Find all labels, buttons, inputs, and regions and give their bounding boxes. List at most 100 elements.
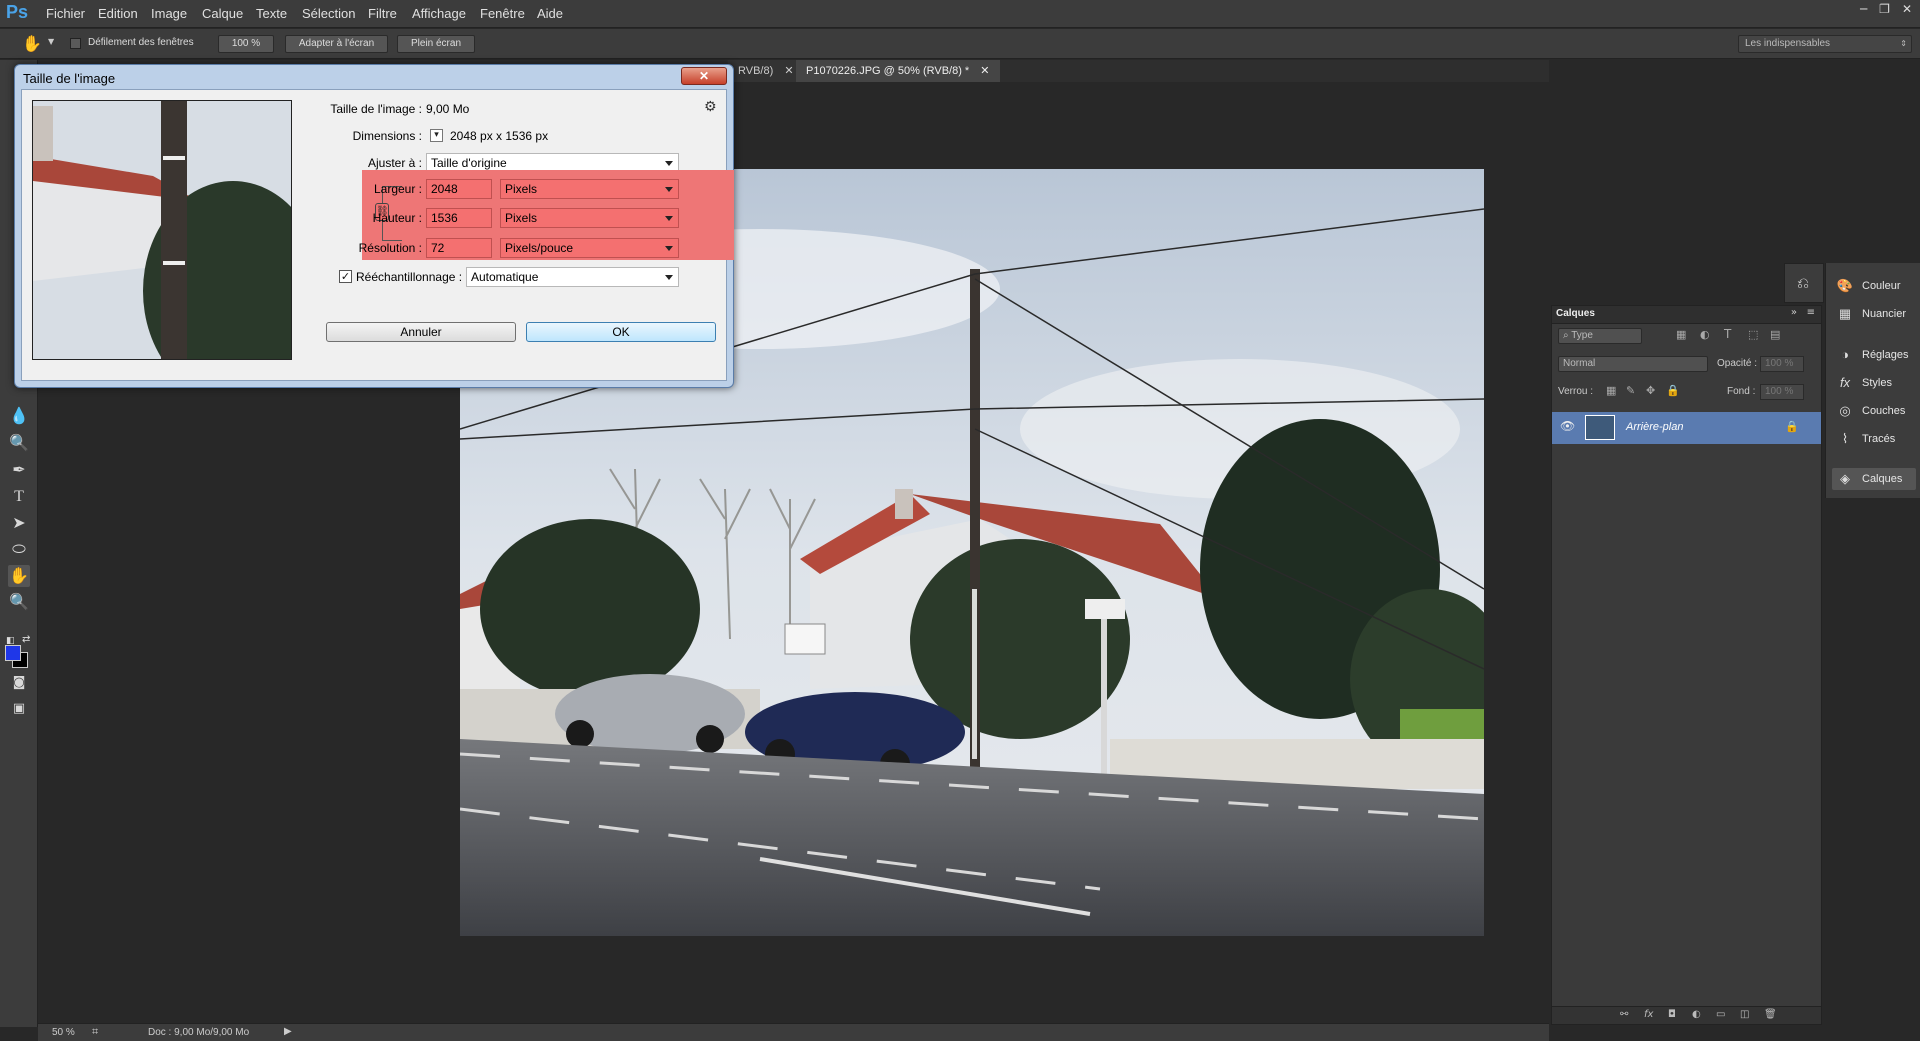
- ok-button[interactable]: OK: [526, 322, 716, 342]
- fit-screen-button[interactable]: Adapter à l'écran: [285, 35, 388, 53]
- blend-mode-select[interactable]: Normal: [1558, 356, 1708, 372]
- pen-tool-icon[interactable]: ✒: [8, 459, 30, 481]
- layer-visibility-eye-icon[interactable]: 👁: [1560, 419, 1575, 433]
- window-controls: ─ ❐ ✕: [1860, 2, 1912, 16]
- lock-transparency-icon[interactable]: ▦: [1606, 384, 1616, 397]
- new-layer-icon[interactable]: ◫: [1740, 1009, 1749, 1020]
- dropdown-arrow-icon: [665, 246, 673, 251]
- zoom-100-button[interactable]: 100 %: [218, 35, 274, 53]
- menu-bar: Ps Fichier Edition Image Calque Texte Sé…: [0, 0, 1920, 28]
- status-menu-arrow-icon[interactable]: ▶: [284, 1026, 292, 1037]
- settings-gear-icon[interactable]: ⚙: [704, 99, 717, 115]
- filter-pixel-icon[interactable]: ▦: [1676, 328, 1686, 341]
- layer-name[interactable]: Arrière-plan: [1626, 421, 1683, 433]
- workspace-select[interactable]: Les indispensables ⇕: [1738, 35, 1912, 53]
- tab-close-icon[interactable]: ✕: [784, 65, 793, 77]
- full-screen-button[interactable]: Plein écran: [397, 35, 475, 53]
- width-input[interactable]: 2048: [426, 179, 492, 199]
- menu-affichage[interactable]: Affichage: [412, 6, 466, 21]
- image-preview[interactable]: [32, 100, 292, 360]
- dodge-tool-icon[interactable]: 🔍: [8, 432, 30, 454]
- resolution-label: Résolution :: [358, 241, 422, 255]
- panel-menu-icon[interactable]: ≡: [1807, 307, 1815, 318]
- zoom-level[interactable]: 50 %: [52, 1027, 75, 1038]
- filter-type-select[interactable]: ⌕ Type: [1558, 328, 1642, 344]
- scroll-all-windows-checkbox[interactable]: [70, 38, 81, 49]
- quick-mask-icon[interactable]: ◙: [8, 672, 30, 694]
- menu-image[interactable]: Image: [151, 6, 187, 21]
- menu-filtre[interactable]: Filtre: [368, 6, 397, 21]
- dimensions-value: 2048 px x 1536 px: [450, 129, 549, 143]
- new-group-icon[interactable]: ▭: [1716, 1009, 1725, 1020]
- hand-tool-icon[interactable]: ✋: [22, 34, 42, 53]
- tab-other-document[interactable]: RVB/8) ✕: [728, 60, 804, 82]
- swap-colors-icon[interactable]: ⇄: [22, 634, 30, 645]
- filter-smart-object-icon[interactable]: ▤: [1770, 328, 1780, 341]
- resample-checkbox[interactable]: ✓: [339, 270, 352, 283]
- delete-layer-icon[interactable]: 🗑: [1764, 1009, 1777, 1020]
- status-icon[interactable]: ⌗: [92, 1026, 98, 1039]
- photoshop-logo: Ps: [6, 2, 29, 22]
- width-unit-value: Pixels: [505, 182, 538, 196]
- width-unit-select[interactable]: Pixels: [500, 179, 679, 199]
- lock-position-icon[interactable]: ✥: [1646, 384, 1655, 397]
- filter-type-icon[interactable]: T: [1724, 327, 1731, 341]
- minimize-button[interactable]: ─: [1860, 2, 1867, 16]
- color-icon: 🎨: [1836, 278, 1854, 293]
- tab-close-icon[interactable]: ✕: [980, 65, 989, 77]
- close-window-button[interactable]: ✕: [1902, 2, 1912, 16]
- height-unit-select[interactable]: Pixels: [500, 208, 679, 228]
- resolution-input[interactable]: 72: [426, 238, 492, 258]
- dock-item-traces[interactable]: ⌇ Tracés: [1832, 428, 1916, 450]
- opacity-input[interactable]: 100 %: [1760, 356, 1804, 372]
- dock-item-calques[interactable]: ◈ Calques: [1832, 468, 1916, 490]
- type-tool-icon[interactable]: T: [8, 486, 30, 508]
- foreground-color-swatch[interactable]: [5, 645, 21, 661]
- collapse-icon[interactable]: »: [1791, 307, 1797, 318]
- dock-item-couches[interactable]: ◎ Couches: [1832, 400, 1916, 422]
- dock-item-couleur[interactable]: 🎨 Couleur: [1832, 275, 1916, 297]
- menu-calque[interactable]: Calque: [202, 6, 243, 21]
- preview-image: [33, 101, 291, 359]
- dialog-close-button[interactable]: ✕: [681, 67, 727, 85]
- dock-label: Calques: [1862, 473, 1903, 485]
- cancel-button[interactable]: Annuler: [326, 322, 516, 342]
- width-label: Largeur :: [373, 182, 422, 196]
- screen-mode-icon[interactable]: ▣: [8, 698, 30, 720]
- resolution-unit-select[interactable]: Pixels/pouce: [500, 238, 679, 258]
- lock-all-icon[interactable]: 🔒: [1666, 384, 1680, 397]
- menu-fenetre[interactable]: Fenêtre: [480, 6, 525, 21]
- adjustment-layer-icon[interactable]: ◐: [1692, 1009, 1701, 1020]
- link-layers-icon[interactable]: ⚯: [1620, 1009, 1628, 1020]
- layers-panel-title[interactable]: Calques: [1556, 308, 1595, 319]
- lock-pixels-icon[interactable]: ✎: [1626, 384, 1635, 397]
- menu-fichier[interactable]: Fichier: [46, 6, 85, 21]
- path-selection-tool-icon[interactable]: ➤: [8, 512, 30, 534]
- restore-button[interactable]: ❐: [1879, 2, 1890, 16]
- menu-texte[interactable]: Texte: [256, 6, 287, 21]
- hand-tool-icon[interactable]: ✋: [8, 565, 30, 587]
- filter-shape-icon[interactable]: ⬚: [1748, 328, 1758, 341]
- dock-item-nuancier[interactable]: ▦ Nuancier: [1832, 303, 1916, 325]
- zoom-tool-icon[interactable]: 🔍: [8, 591, 30, 613]
- resample-select[interactable]: Automatique: [466, 267, 679, 287]
- layer-row-background[interactable]: 👁 Arrière-plan 🔒: [1552, 412, 1821, 444]
- tab-active-document[interactable]: P1070226.JPG @ 50% (RVB/8) * ✕: [796, 60, 1000, 82]
- dock-item-styles[interactable]: fx Styles: [1832, 372, 1916, 394]
- tool-preset-chevron-icon[interactable]: ▼: [48, 37, 54, 46]
- dock-item-reglages[interactable]: ◑ Réglages: [1832, 344, 1916, 366]
- menu-edition[interactable]: Edition: [98, 6, 138, 21]
- add-mask-icon[interactable]: ◘: [1668, 1009, 1676, 1020]
- menu-selection[interactable]: Sélection: [302, 6, 355, 21]
- history-icon[interactable]: ⎌: [1797, 274, 1809, 292]
- height-input[interactable]: 1536: [426, 208, 492, 228]
- menu-aide[interactable]: Aide: [537, 6, 563, 21]
- ellipse-tool-icon[interactable]: ⬭: [8, 538, 30, 560]
- fill-input[interactable]: 100 %: [1760, 384, 1804, 400]
- options-bar: ✋ ▼ Défilement des fenêtres 100 % Adapte…: [0, 29, 1920, 59]
- filter-adjustment-icon[interactable]: ◐: [1700, 328, 1710, 341]
- layer-style-fx-icon[interactable]: fx: [1644, 1009, 1653, 1020]
- dimensions-unit-toggle[interactable]: ▾: [430, 129, 443, 142]
- chevron-updown-icon: ⇕: [1900, 39, 1907, 48]
- blur-tool-icon[interactable]: 💧: [8, 405, 30, 427]
